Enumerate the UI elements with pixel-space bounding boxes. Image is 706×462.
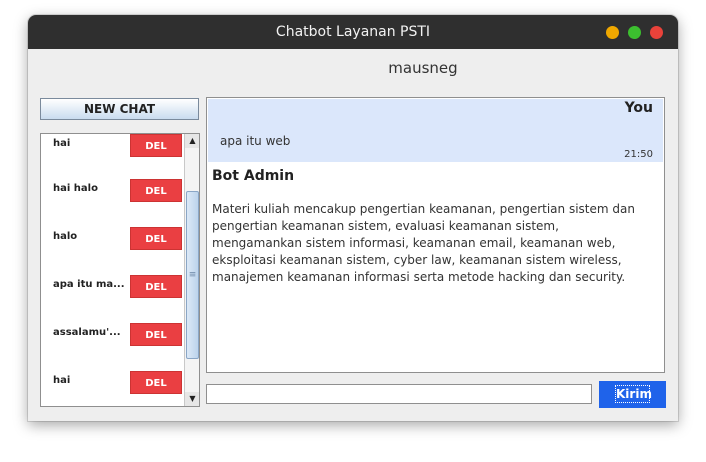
history-item-label[interactable]: hai: [53, 375, 70, 386]
delete-button[interactable]: DEL: [130, 134, 182, 157]
send-button-label[interactable]: Kirim: [615, 385, 652, 403]
delete-button[interactable]: DEL: [130, 179, 182, 202]
history-item-label[interactable]: halo: [53, 231, 77, 242]
chat-history-list: hai DEL hai halo DEL halo DEL apa itu ma…: [40, 133, 200, 407]
history-item[interactable]: hai halo DEL: [41, 179, 184, 203]
history-scrollbar[interactable]: ▲ ≡ ▼: [184, 134, 199, 406]
user-message-sender: You: [624, 100, 653, 116]
chat-messages-panel: You apa itu web 21:50 Bot Admin Materi k…: [206, 97, 665, 373]
maximize-button[interactable]: [628, 26, 641, 39]
history-item[interactable]: hai DEL: [41, 371, 184, 395]
title-bar[interactable]: Chatbot Layanan PSTI: [28, 15, 678, 49]
delete-button[interactable]: DEL: [130, 323, 182, 346]
history-item[interactable]: apa itu ma... DEL: [41, 275, 184, 299]
bot-message-text: Materi kuliah mencakup pengertian keaman…: [212, 202, 635, 284]
history-item[interactable]: halo DEL: [41, 227, 184, 251]
username-label: mausneg: [388, 59, 458, 77]
app-window: Chatbot Layanan PSTI mausneg NEW CHAT ha…: [28, 15, 678, 421]
scroll-thumb[interactable]: ≡: [186, 191, 199, 359]
user-message: You apa itu web 21:50: [208, 99, 663, 162]
minimize-button[interactable]: [606, 26, 619, 39]
history-item-label[interactable]: hai: [53, 138, 70, 149]
delete-button[interactable]: DEL: [130, 275, 182, 298]
history-item-label[interactable]: assalamu'...: [53, 327, 121, 338]
scroll-down-arrow-icon[interactable]: ▼: [185, 392, 199, 406]
bot-message-sender: Bot Admin: [212, 168, 295, 184]
history-item[interactable]: assalamu'... DEL: [41, 323, 184, 347]
message-input[interactable]: [206, 384, 592, 404]
user-message-time: 21:50: [624, 149, 653, 160]
close-button[interactable]: [650, 26, 663, 39]
send-button[interactable]: Kirim: [599, 381, 666, 408]
history-item[interactable]: hai DEL: [41, 134, 184, 158]
history-item-label[interactable]: apa itu ma...: [53, 279, 125, 290]
window-title: Chatbot Layanan PSTI: [275, 24, 431, 40]
user-message-text: apa itu web: [220, 134, 291, 148]
history-item-label[interactable]: hai halo: [53, 183, 98, 194]
scroll-up-arrow-icon[interactable]: ▲: [185, 134, 199, 148]
delete-button[interactable]: DEL: [130, 371, 182, 394]
delete-button[interactable]: DEL: [130, 227, 182, 250]
new-chat-button[interactable]: NEW CHAT: [40, 98, 199, 120]
